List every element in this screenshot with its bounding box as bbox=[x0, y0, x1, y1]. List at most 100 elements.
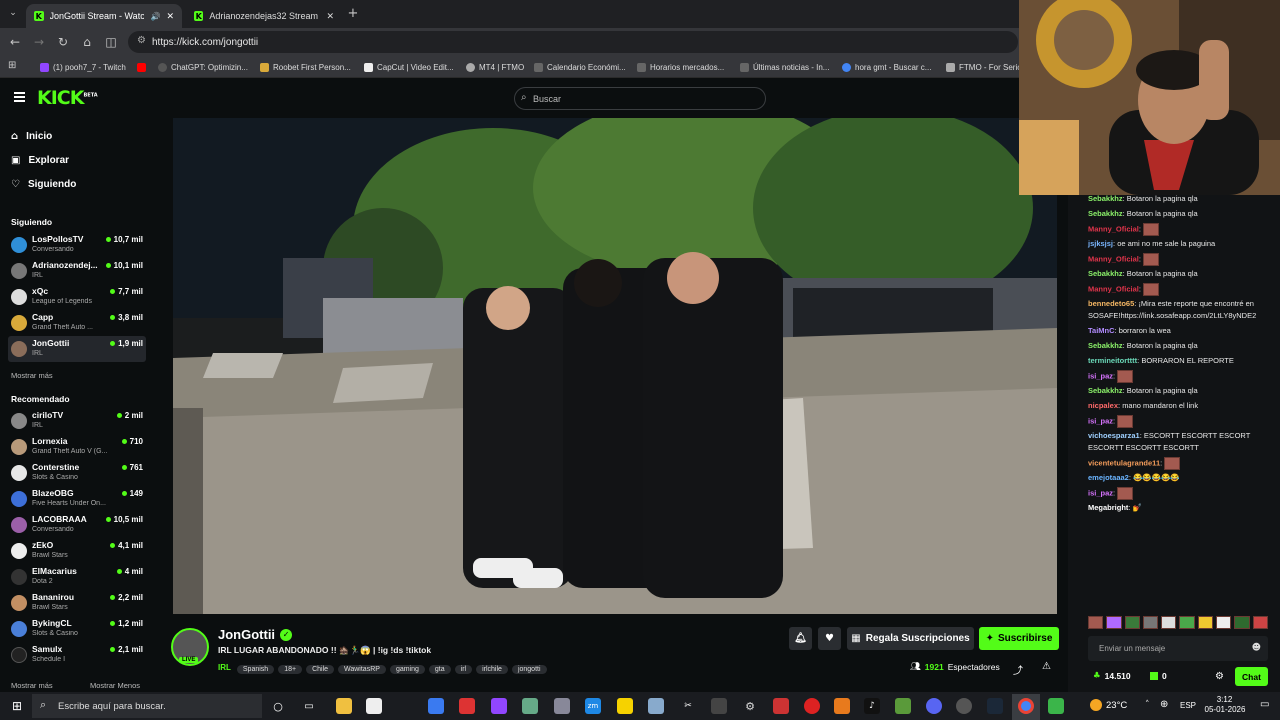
sidebar-channel[interactable]: Capp Grand Theft Auto ... 3,8 mil bbox=[8, 310, 146, 336]
share-icon[interactable]: ⤴ bbox=[1013, 662, 1023, 677]
chat-username[interactable]: Sebakkhz bbox=[1088, 341, 1123, 350]
bookmark-chatgpt[interactable]: ChatGPT: Optimizin... bbox=[158, 60, 248, 74]
sidebar-channel[interactable]: ciriloTV IRL 2 mil bbox=[8, 408, 146, 434]
emote-icon[interactable] bbox=[1234, 616, 1250, 629]
chat-username[interactable]: Manny_Oficial bbox=[1088, 254, 1139, 263]
nav-siguiendo[interactable]: ♡ Siguiendo bbox=[11, 175, 76, 193]
search-input[interactable]: ⌕ Buscar bbox=[514, 87, 766, 110]
discord-icon[interactable] bbox=[926, 698, 942, 714]
cortana-icon[interactable]: ○ bbox=[270, 698, 286, 714]
bookmark-youtube[interactable] bbox=[137, 60, 146, 74]
file-explorer-icon[interactable] bbox=[336, 698, 352, 714]
app-icon[interactable] bbox=[522, 698, 538, 714]
sidebar-channel[interactable]: LosPollosTV Conversando 10,7 mil bbox=[8, 232, 146, 258]
windows-start-icon[interactable]: ⊞ bbox=[9, 698, 25, 714]
chat-username[interactable]: termineitortttt bbox=[1088, 356, 1137, 365]
video-player[interactable] bbox=[173, 118, 1057, 614]
emoji-picker-icon[interactable]: ☻ bbox=[1252, 643, 1261, 653]
channel-points[interactable]: ♣ 14.510 bbox=[1093, 671, 1131, 681]
chat-username[interactable]: Megabright bbox=[1088, 503, 1128, 512]
new-tab-button[interactable]: + bbox=[346, 6, 360, 21]
language-indicator[interactable]: ESP bbox=[1180, 701, 1196, 710]
tiktok-icon[interactable]: ♪ bbox=[864, 698, 880, 714]
follow-heart-button[interactable]: ♥ bbox=[818, 627, 841, 650]
chat-username[interactable]: Manny_Oficial bbox=[1088, 224, 1139, 233]
clock[interactable]: 3:12 bbox=[1212, 695, 1237, 705]
site-info-icon[interactable]: ⚙ bbox=[137, 35, 146, 46]
chat-username[interactable]: jsjksjsj bbox=[1088, 239, 1113, 248]
copilot-icon[interactable] bbox=[428, 698, 444, 714]
tag[interactable]: jongotti bbox=[511, 665, 547, 674]
chat-username[interactable]: nicpalex bbox=[1088, 401, 1118, 410]
chat-username[interactable]: Sebakkhz bbox=[1088, 209, 1123, 218]
sidebar-channel[interactable]: Adrianozendej... IRL 10,1 mil bbox=[8, 258, 146, 284]
bookmark-noticias[interactable]: Últimas noticias - In... bbox=[740, 60, 829, 74]
chat-username[interactable]: emejotaaa2 bbox=[1088, 473, 1129, 482]
sidebar-channel[interactable]: Conterstine Slots & Casino 761 bbox=[8, 460, 146, 486]
sidebar-channel[interactable]: Lornexia Grand Theft Auto V (G... 710 bbox=[8, 434, 146, 460]
network-icon[interactable]: ⊕ bbox=[1160, 699, 1168, 710]
stream-category[interactable]: IRL bbox=[218, 663, 231, 672]
emote-icon[interactable] bbox=[1142, 616, 1159, 629]
forward-icon[interactable]: → bbox=[32, 35, 46, 49]
sidebar-channel[interactable]: Samulx Schedule I 2,1 mil bbox=[8, 642, 146, 668]
bookmark-calendario[interactable]: Calendario Económi... bbox=[534, 60, 626, 74]
emote-icon[interactable] bbox=[1252, 616, 1268, 629]
close-tab-icon[interactable]: ✕ bbox=[166, 11, 174, 22]
kick-logo[interactable]: KICKBETA bbox=[37, 87, 98, 109]
sidebar-channel[interactable]: ElMacarius Dota 2 4 mil bbox=[8, 564, 146, 590]
chat-username[interactable]: TaiMnC bbox=[1088, 326, 1115, 335]
notification-bell-button[interactable]: 🔔︎ bbox=[789, 627, 812, 650]
emote-icon[interactable] bbox=[1124, 616, 1140, 629]
app-icon[interactable] bbox=[617, 698, 633, 714]
steam-icon[interactable] bbox=[987, 698, 1003, 714]
chat-settings-icon[interactable]: ⚙ bbox=[1215, 671, 1224, 682]
notepad-icon[interactable] bbox=[366, 698, 382, 714]
chat-username[interactable]: vichoesparza1 bbox=[1088, 431, 1140, 440]
close-tab-icon[interactable]: ✕ bbox=[326, 11, 334, 22]
audio-icon[interactable]: 🔊 bbox=[150, 12, 160, 21]
chat-username[interactable]: vicentetulagrande11 bbox=[1088, 458, 1160, 467]
nav-explorar[interactable]: ▣ Explorar bbox=[11, 151, 69, 169]
tray-chevron-icon[interactable]: ˄ bbox=[1145, 700, 1150, 710]
chat-username[interactable]: Sebakkhz bbox=[1088, 194, 1123, 203]
tab-adrianozendejas[interactable]: K Adrianozendejas32 Stream - W ✕ bbox=[186, 4, 342, 28]
url-field[interactable]: ⚙ https://kick.com/jongottii ⌕ bbox=[128, 31, 1034, 53]
emote-icon[interactable] bbox=[1161, 616, 1177, 629]
chrome-icon[interactable] bbox=[1018, 698, 1034, 714]
tag[interactable]: irlchile bbox=[476, 665, 508, 674]
app-icon[interactable] bbox=[834, 698, 850, 714]
apps-grid-icon[interactable]: ⊞ bbox=[8, 60, 16, 71]
emote-icon[interactable] bbox=[1106, 616, 1122, 629]
sidebar-channel-selected[interactable]: JonGottii IRL 1,9 mil bbox=[8, 336, 146, 362]
emote-icon[interactable] bbox=[1197, 616, 1214, 629]
chat-input[interactable]: Enviar un mensaje ☻ bbox=[1088, 636, 1268, 661]
sidebar-channel[interactable]: BykingCL Slots & Casino 1,2 mil bbox=[8, 616, 146, 642]
settings-icon[interactable]: ⚙ bbox=[742, 698, 758, 714]
tag[interactable]: gta bbox=[428, 665, 451, 674]
tag[interactable]: WawitasRP bbox=[338, 665, 386, 674]
tag[interactable]: gaming bbox=[389, 665, 425, 674]
chat-username[interactable]: Sebakkhz bbox=[1088, 269, 1123, 278]
tag[interactable]: 18+ bbox=[278, 665, 303, 674]
emote-icon[interactable] bbox=[1088, 616, 1104, 629]
app-icon[interactable] bbox=[711, 698, 727, 714]
reload-icon[interactable]: ↻ bbox=[56, 35, 70, 49]
task-view-icon[interactable]: ▭ bbox=[301, 698, 317, 714]
emote-icon[interactable] bbox=[1216, 616, 1232, 629]
chat-username[interactable]: isi_paz bbox=[1088, 416, 1113, 425]
tag[interactable]: irl bbox=[454, 665, 473, 674]
twitch-app-icon[interactable] bbox=[491, 698, 507, 714]
weather-widget[interactable]: 23°C bbox=[1090, 699, 1127, 711]
bookmark-twitch[interactable]: (1) pooh7_7 - Twitch bbox=[40, 60, 126, 74]
kicks-balance[interactable]: 0 bbox=[1150, 671, 1167, 681]
obs-icon[interactable] bbox=[956, 698, 972, 714]
bookmark-roobet[interactable]: Roobet First Person... bbox=[260, 60, 351, 74]
back-icon[interactable]: ← bbox=[8, 35, 22, 49]
sidebar-channel[interactable]: BlazeOBG Five Hearts Under On... 149 bbox=[8, 486, 146, 512]
chat-username[interactable]: Sebakkhz bbox=[1088, 386, 1123, 395]
app-icon[interactable] bbox=[554, 698, 570, 714]
nav-inicio[interactable]: ⌂ Inicio bbox=[11, 127, 52, 145]
tab-search-icon[interactable]: ⌄ bbox=[6, 6, 20, 20]
show-less-recommended[interactable]: Mostrar Menos bbox=[90, 681, 140, 690]
